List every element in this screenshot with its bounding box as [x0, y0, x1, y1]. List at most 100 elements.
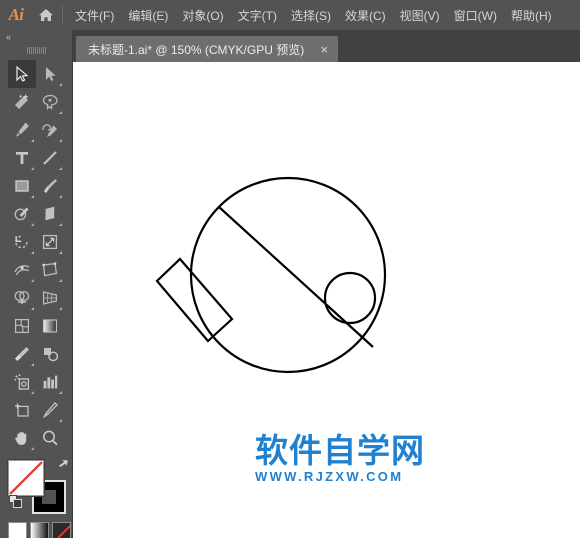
shaper-tool[interactable] — [8, 200, 36, 228]
watermark-url: WWW.RJZXW.COM — [255, 469, 404, 484]
panel-drag-handle[interactable] — [0, 44, 72, 56]
shaper-icon — [14, 207, 29, 221]
blend-icon — [44, 348, 59, 362]
document-canvas[interactable]: 软件自学网 WWW.RJZXW.COM — [73, 62, 580, 538]
magnifier-icon — [43, 430, 58, 446]
tool-flyout-indicator — [31, 279, 34, 282]
mesh-icon — [14, 318, 30, 334]
direct-selection-arrow-icon — [46, 67, 56, 81]
gradient-icon — [43, 319, 57, 333]
swap-arrow-icon — [59, 459, 68, 468]
collapse-panel-button[interactable]: « — [0, 30, 72, 44]
tools-panel: « — [0, 30, 73, 538]
ping-pong-ball — [323, 271, 377, 325]
color-controls — [8, 458, 72, 518]
rectangle-icon — [15, 180, 29, 192]
illustrator-window: Ai 文件(F) 编辑(E) 对象(O) 文字(T) 选择(S) 效果(C) 视… — [0, 0, 580, 538]
gradient-mode-button[interactable] — [30, 522, 49, 538]
line-segment-tool[interactable] — [36, 144, 64, 172]
shape-builder-tool[interactable] — [8, 284, 36, 312]
default-colors-icon — [9, 495, 22, 508]
rectangle-tool[interactable] — [8, 172, 36, 200]
hand-tool[interactable] — [8, 424, 36, 452]
free-transform-tool[interactable] — [36, 256, 64, 284]
paintbrush-tool[interactable] — [36, 172, 64, 200]
free-transform-icon — [42, 262, 58, 277]
menu-item-edit[interactable]: 编辑(E) — [121, 0, 175, 30]
mesh-tool[interactable] — [8, 312, 36, 340]
symbol-sprayer-tool[interactable] — [8, 368, 36, 396]
tool-flyout-indicator — [59, 223, 62, 226]
fill-swatch[interactable] — [8, 460, 44, 496]
tool-flyout-indicator — [31, 307, 34, 310]
selection-arrow-icon — [16, 65, 29, 82]
magic-wand-tool[interactable] — [8, 88, 36, 116]
home-button[interactable] — [32, 0, 60, 30]
menu-item-file[interactable]: 文件(F) — [68, 0, 121, 30]
menu-item-help[interactable]: 帮助(H) — [504, 0, 559, 30]
home-icon — [39, 9, 53, 21]
curvature-tool[interactable] — [36, 116, 64, 144]
menu-item-type[interactable]: 文字(T) — [231, 0, 284, 30]
tool-flyout-indicator — [31, 195, 34, 198]
paintbrush-icon — [44, 179, 57, 193]
tool-flyout-indicator — [59, 111, 62, 114]
rotate-tool[interactable] — [8, 228, 36, 256]
width-tool[interactable] — [8, 256, 36, 284]
menu-item-view[interactable]: 视图(V) — [393, 0, 447, 30]
menu-item-select[interactable]: 选择(S) — [284, 0, 338, 30]
width-icon — [14, 265, 30, 276]
shape-builder-icon — [14, 290, 30, 304]
watermark-chinese: 软件自学网 — [255, 431, 425, 470]
tool-flyout-indicator — [31, 251, 34, 254]
blend-tool[interactable] — [36, 340, 64, 368]
tool-flyout-indicator — [59, 307, 62, 310]
menu-item-window[interactable]: 窗口(W) — [447, 0, 504, 30]
eyedropper-icon — [15, 347, 29, 361]
tool-flyout-indicator — [59, 251, 62, 254]
selection-tool[interactable] — [8, 60, 36, 88]
menu-bar: Ai 文件(F) 编辑(E) 对象(O) 文字(T) 选择(S) 效果(C) 视… — [0, 0, 580, 30]
close-icon[interactable]: × — [318, 43, 330, 56]
paint-mode-buttons — [8, 522, 72, 538]
scale-tool[interactable] — [36, 228, 64, 256]
lasso-icon — [42, 94, 58, 111]
bar-chart-icon — [43, 375, 58, 389]
tool-list — [0, 56, 72, 452]
menu-item-effect[interactable]: 效果(C) — [338, 0, 393, 30]
perspective-grid-icon — [43, 291, 57, 305]
slice-tool[interactable] — [36, 396, 64, 424]
direct-selection-tool[interactable] — [36, 60, 64, 88]
column-graph-tool[interactable] — [36, 368, 64, 396]
curvature-pen-icon — [42, 124, 57, 137]
eyedropper-tool[interactable] — [8, 340, 36, 368]
stroke-swatch-inner — [42, 490, 56, 504]
eraser-tool[interactable] — [36, 200, 64, 228]
watermark: 软件自学网 WWW.RJZXW.COM — [255, 434, 495, 483]
lasso-tool[interactable] — [36, 88, 64, 116]
app-logo: Ai — [8, 5, 24, 24]
none-slash-icon — [9, 461, 43, 495]
pen-nib-icon — [16, 122, 29, 137]
swap-fill-stroke-button[interactable] — [56, 458, 70, 477]
line-icon — [43, 151, 57, 165]
zoom-tool[interactable] — [36, 424, 64, 452]
tool-flyout-indicator — [59, 195, 62, 198]
tool-flyout-indicator — [59, 167, 62, 170]
color-mode-button[interactable] — [8, 522, 27, 538]
perspective-grid-tool[interactable] — [36, 284, 64, 312]
slice-knife-icon — [42, 402, 58, 419]
gradient-tool[interactable] — [36, 312, 64, 340]
eraser-icon — [45, 206, 55, 221]
pen-tool[interactable] — [8, 116, 36, 144]
tool-flyout-indicator — [31, 391, 34, 394]
tool-flyout-indicator — [31, 363, 34, 366]
type-tool[interactable] — [8, 144, 36, 172]
document-tab[interactable]: 未标题-1.ai* @ 150% (CMYK/GPU 预览) × — [76, 36, 339, 62]
default-fill-stroke-button[interactable] — [9, 495, 23, 514]
menu-item-object[interactable]: 对象(O) — [175, 0, 230, 30]
document-tab-title: 未标题-1.ai* @ 150% (CMYK/GPU 预览) — [88, 42, 305, 57]
none-mode-button[interactable] — [52, 522, 71, 538]
tool-flyout-indicator — [59, 419, 62, 422]
artboard-tool[interactable] — [8, 396, 36, 424]
